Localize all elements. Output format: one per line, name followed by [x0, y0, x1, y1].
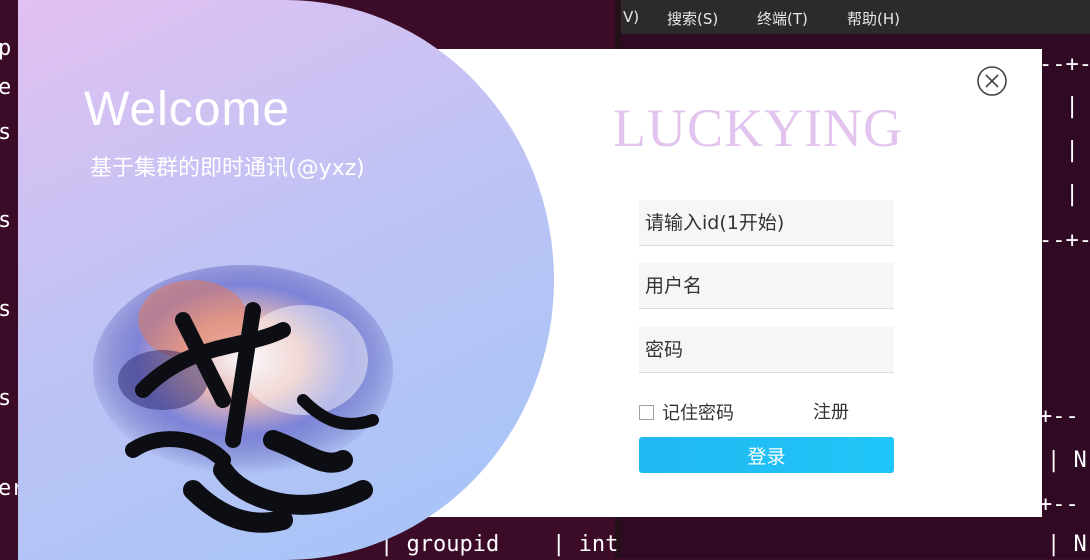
menu-item-view[interactable]: V) [623, 8, 639, 26]
password-input[interactable] [639, 327, 894, 373]
menu-item-help[interactable]: 帮助(H) [847, 8, 900, 29]
login-button[interactable]: 登录 [639, 437, 894, 473]
terminal-line: | [1039, 94, 1079, 119]
terminal-fragment: s [0, 386, 12, 411]
checkbox-box[interactable] [639, 404, 654, 420]
terminal-line: | N [1047, 532, 1087, 557]
terminal-fragment: s [0, 297, 12, 322]
terminal-bottom-line: | groupid | int [380, 532, 619, 557]
terminal-line: +-- [1039, 404, 1079, 429]
terminal-fragment: p [0, 36, 12, 61]
brand-title: LUCKYING [613, 98, 903, 158]
welcome-subtitle: 基于集群的即时通讯(@yxz) [90, 156, 365, 181]
close-icon[interactable] [976, 65, 1008, 97]
terminal-fragment: e [0, 75, 12, 100]
terminal-line: +-- [1039, 492, 1079, 517]
user-id-input[interactable] [639, 200, 894, 246]
terminal-fragment: s [0, 208, 12, 233]
terminal-line: | N [1047, 448, 1087, 473]
terminal-line: | [1039, 138, 1079, 163]
terminal-menubar: V) 搜索(S) 终端(T) 帮助(H) [621, 0, 1090, 34]
menu-item-terminal[interactable]: 终端(T) [757, 8, 808, 29]
login-dialog: Welcome 基于集群的即时通讯(@yxz) LUCKYING 请输入id(1… [18, 0, 1042, 560]
username-input[interactable] [639, 263, 894, 309]
terminal-fragment: s [0, 120, 12, 145]
menu-item-search[interactable]: 搜索(S) [667, 8, 718, 29]
welcome-heading: Welcome [84, 83, 291, 136]
welcome-panel: Welcome 基于集群的即时通讯(@yxz) [18, 0, 554, 560]
remember-password-checkbox[interactable]: 记住密码 [639, 399, 734, 425]
remember-password-label: 记住密码 [662, 403, 734, 424]
terminal-line: --+- [1039, 228, 1090, 253]
terminal-line: | [1039, 182, 1079, 207]
register-link[interactable]: 注册 [813, 398, 849, 424]
terminal-line: --+- [1039, 52, 1090, 77]
ink-art-image [93, 265, 393, 533]
